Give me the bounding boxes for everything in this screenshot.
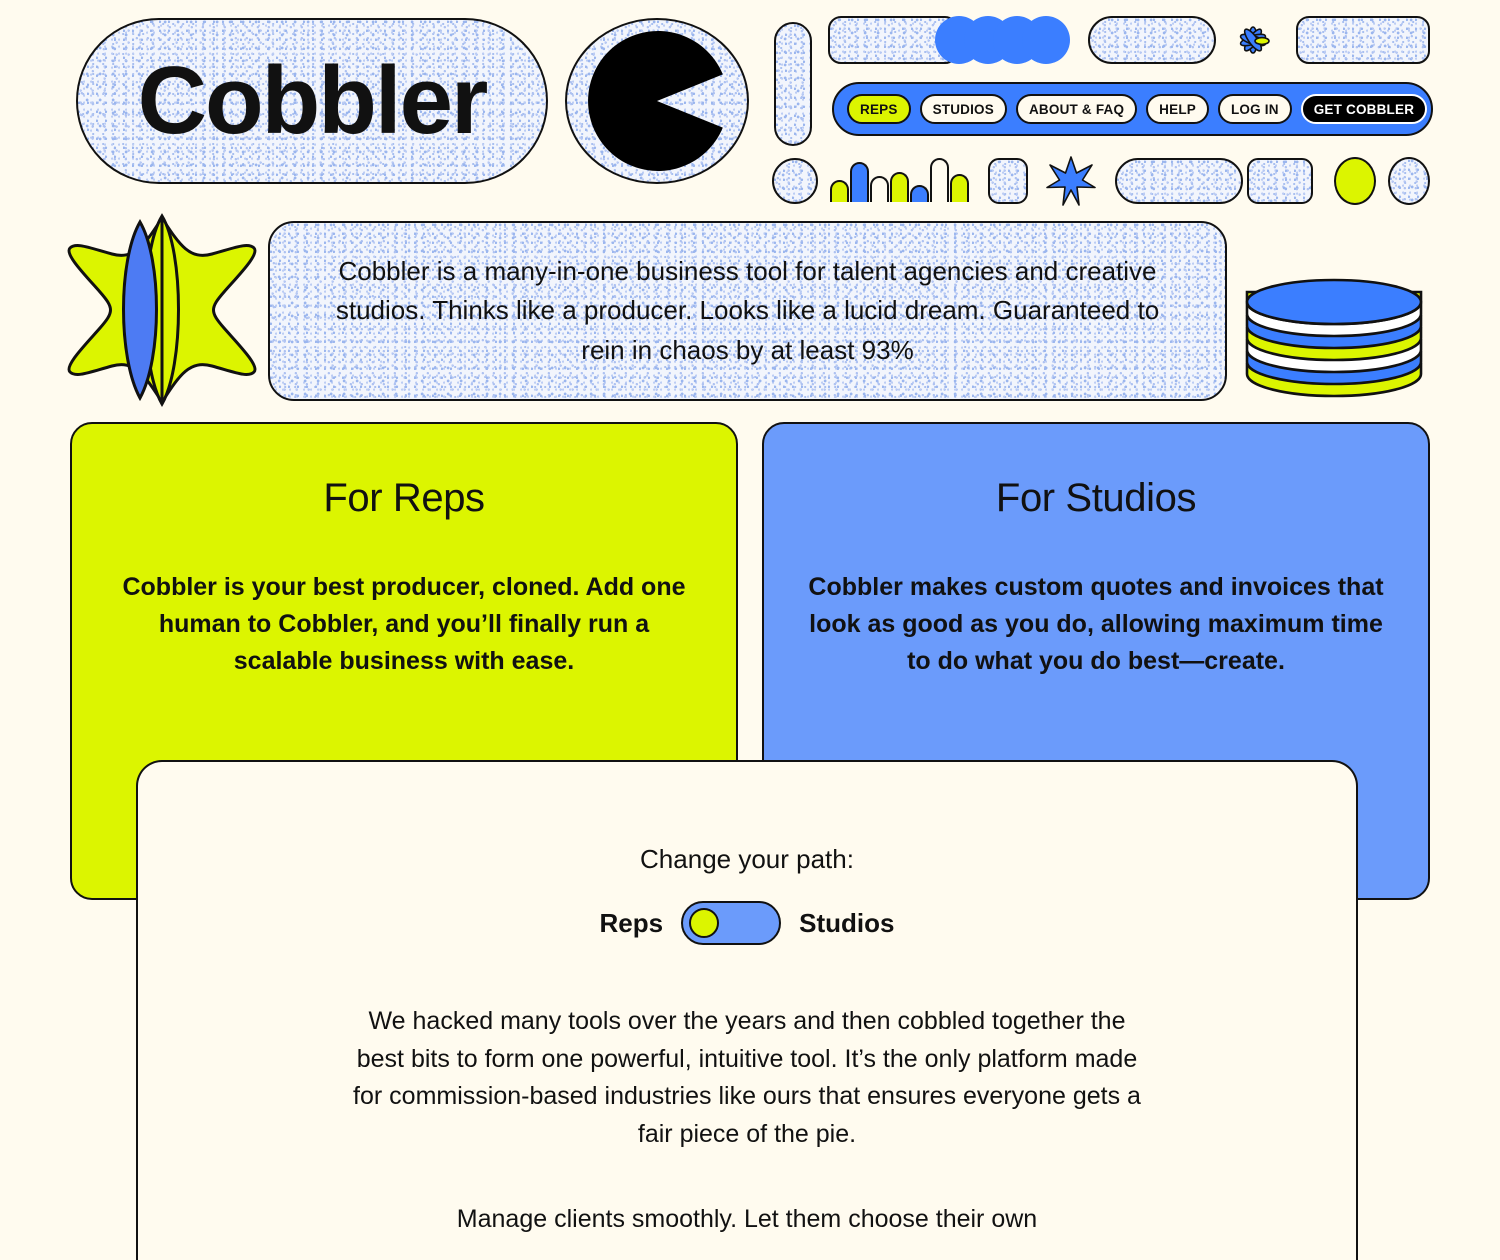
- card-for-studios-body: Cobbler makes custom quotes and invoices…: [808, 573, 1384, 675]
- pie-chart-badge: [565, 18, 749, 184]
- sheet-paragraph-1: We hacked many tools over the years and …: [353, 1007, 1141, 1148]
- stacked-discs-icon: [1243, 276, 1425, 398]
- decor-rounded-square-1: [988, 158, 1028, 204]
- brand-wordmark: Cobbler: [137, 47, 489, 154]
- card-for-reps-body: Cobbler is your best producer, cloned. A…: [122, 573, 686, 675]
- toggle-label-studios: Studios: [799, 907, 895, 938]
- card-for-studios-title: For Studios: [995, 476, 1197, 520]
- decor-rounded-square-2: [1247, 158, 1313, 204]
- decor-pill-1: [1088, 16, 1216, 64]
- path-toggle-switch[interactable]: [681, 901, 782, 945]
- hero-description-text: Cobbler is a many-in-one business tool f…: [335, 255, 1160, 365]
- bar-chart-icon: [830, 158, 970, 202]
- decor-lime-oval: [1334, 157, 1376, 205]
- path-toggle-knob[interactable]: [689, 908, 720, 938]
- flower-asterisk-icon: [1232, 16, 1274, 64]
- decor-circle-2: [1388, 157, 1430, 205]
- decor-circle-1: [772, 158, 818, 204]
- hero-star-decoration: [62, 212, 262, 408]
- nav-item-reps[interactable]: REPS: [847, 94, 911, 124]
- change-path-sheet: Change your path: Reps Studios We hacked…: [136, 760, 1358, 1260]
- sheet-body: We hacked many tools over the years and …: [138, 1003, 1356, 1239]
- decor-rounded-rect-2: [1296, 16, 1430, 64]
- pie-chart-icon: [587, 31, 727, 171]
- nav-item-help[interactable]: HELP: [1146, 94, 1209, 124]
- landing-page: Cobbler REPS STUDIOS ABOUT & FAQ HELP LO…: [0, 0, 1500, 1260]
- nav-item-about-faq[interactable]: ABOUT & FAQ: [1015, 94, 1138, 124]
- sheet-paragraph-2: Manage clients smoothly. Let them choose…: [456, 1205, 1038, 1233]
- brand-logo-pill[interactable]: Cobbler: [76, 18, 548, 184]
- overlapping-circles-icon: [935, 16, 1070, 64]
- path-toggle-row: Reps Studios: [138, 901, 1356, 945]
- hero-description-card: Cobbler is a many-in-one business tool f…: [268, 221, 1227, 401]
- nav-item-get-cobbler[interactable]: GET COBBLER: [1300, 94, 1428, 124]
- nav-item-log-in[interactable]: LOG IN: [1217, 94, 1292, 124]
- change-path-label: Change your path:: [640, 844, 854, 874]
- decor-pill-2: [1115, 158, 1243, 204]
- decor-vertical-pill: [774, 22, 812, 146]
- card-for-reps-title: For Reps: [323, 476, 485, 520]
- six-point-star-icon: [1046, 156, 1096, 206]
- main-navigation: REPS STUDIOS ABOUT & FAQ HELP LOG IN GET…: [832, 82, 1433, 136]
- toggle-label-reps: Reps: [599, 907, 664, 938]
- nav-item-studios[interactable]: STUDIOS: [919, 94, 1007, 124]
